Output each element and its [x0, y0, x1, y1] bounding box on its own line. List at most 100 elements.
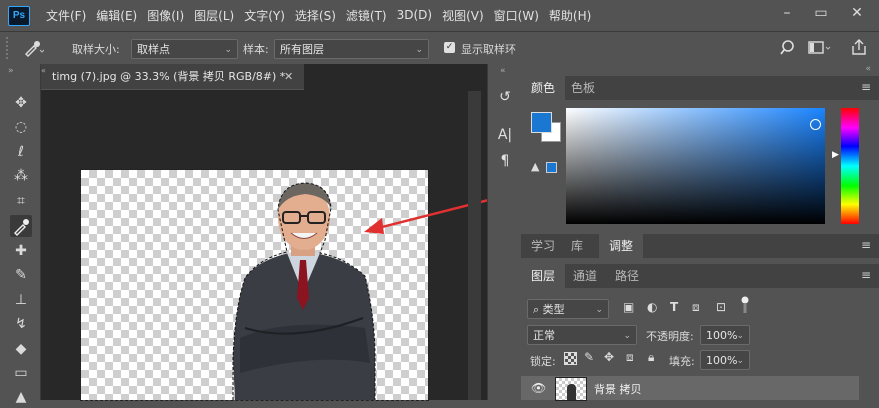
- eye-visibility-icon[interactable]: 👁︎: [531, 381, 546, 395]
- gamut-warning-icon[interactable]: ▲: [531, 160, 539, 173]
- collapsed-panels-dock: « ↺ A| ¶: [487, 64, 522, 400]
- show-ring-checkbox[interactable]: ✓: [444, 42, 455, 53]
- marquee-tool-icon[interactable]: ◌: [10, 116, 32, 138]
- history-brush-tool-icon[interactable]: ↯: [10, 313, 32, 335]
- fill-label: 填充:: [669, 355, 695, 368]
- close-tab-icon[interactable]: ✕: [284, 64, 293, 90]
- stamp-tool-icon[interactable]: ⊥: [10, 289, 32, 311]
- adjust-panel-tabs: 学习 库 调整 ≡: [521, 234, 879, 258]
- chevron-down-icon: ⌄: [736, 356, 744, 366]
- menu-type[interactable]: 文字(Y): [244, 7, 285, 24]
- menu-view[interactable]: 视图(V): [442, 7, 484, 24]
- grip-icon: [6, 37, 14, 59]
- share-icon[interactable]: [850, 38, 868, 56]
- quick-select-tool-icon[interactable]: ⁂: [10, 165, 32, 187]
- opacity-value: 100%: [706, 329, 738, 342]
- opacity-input[interactable]: 100% ⌄: [700, 325, 750, 345]
- search-icon[interactable]: [780, 39, 798, 57]
- tab-layers[interactable]: 图层: [521, 264, 566, 288]
- sample-select[interactable]: 所有图层 ⌄: [274, 39, 429, 59]
- collapse-icon[interactable]: «: [500, 66, 506, 76]
- filter-toggle-icon[interactable]: [741, 296, 749, 313]
- collapse-left-icon[interactable]: «: [41, 66, 47, 75]
- filter-smart-object-icon[interactable]: ⊡: [716, 300, 726, 314]
- websafe-swatch[interactable]: [546, 162, 557, 173]
- foreground-color-swatch[interactable]: [531, 112, 552, 133]
- sample-size-label: 取样大小:: [72, 43, 120, 56]
- layer-row[interactable]: 👁︎ 背景 拷贝: [521, 376, 859, 401]
- color-field[interactable]: [566, 108, 825, 224]
- minimize-icon[interactable]: –: [772, 0, 802, 28]
- menu-items: 文件(F) 编辑(E) 图像(I) 图层(L) 文字(Y) 选择(S) 滤镜(T…: [46, 0, 601, 30]
- menu-filter[interactable]: 滤镜(T): [346, 7, 387, 24]
- layer-filter-select[interactable]: ⌕ 类型 ⌄: [527, 299, 609, 319]
- filter-shape-icon[interactable]: ⧈: [692, 300, 700, 315]
- tab-channels[interactable]: 通道: [563, 264, 607, 288]
- lock-position-icon[interactable]: ✥: [604, 350, 614, 364]
- sample-label: 样本:: [243, 43, 269, 56]
- panel-menu-icon[interactable]: ≡: [861, 238, 871, 252]
- tab-swatches[interactable]: 色板: [561, 76, 605, 100]
- menu-bar: Ps 文件(F) 编辑(E) 图像(I) 图层(L) 文字(Y) 选择(S) 滤…: [0, 0, 879, 30]
- eyedropper-icon: [25, 41, 45, 57]
- panel-menu-icon[interactable]: ≡: [861, 80, 871, 94]
- paragraph-icon[interactable]: ¶: [494, 150, 516, 172]
- hue-slider[interactable]: [841, 108, 859, 224]
- sample-size-value: 取样点: [137, 43, 170, 56]
- vertical-scrollbar[interactable]: [468, 91, 481, 400]
- opacity-label: 不透明度:: [646, 330, 694, 343]
- collapse-icon[interactable]: «: [865, 64, 871, 74]
- maximize-icon[interactable]: ▭: [806, 0, 836, 28]
- healing-brush-tool-icon[interactable]: ✚: [10, 240, 32, 262]
- sample-size-select[interactable]: 取样点 ⌄: [131, 39, 238, 59]
- lock-label: 锁定:: [530, 355, 556, 368]
- hue-slider-pointer[interactable]: ▶: [832, 150, 839, 160]
- eyedropper-tool-icon[interactable]: [10, 215, 32, 237]
- filter-type-icon[interactable]: T: [670, 300, 678, 314]
- tab-color[interactable]: 颜色: [521, 76, 566, 100]
- chevron-down-icon: ⌄: [595, 305, 603, 315]
- menu-window[interactable]: 窗口(W): [494, 7, 539, 24]
- move-tool-icon[interactable]: ✥: [10, 92, 32, 114]
- options-bar: 取样大小: 取样点 ⌄ 样本: 所有图层 ⌄ ✓ 显示取样环: [0, 31, 879, 66]
- filter-adjustment-icon[interactable]: ◐: [647, 300, 657, 314]
- lock-pixels-icon[interactable]: ✎: [584, 350, 594, 364]
- menu-image[interactable]: 图像(I): [147, 7, 184, 24]
- collapse-icon[interactable]: »: [8, 66, 14, 76]
- lock-all-icon[interactable]: 🔒︎: [648, 350, 654, 365]
- blend-mode-select[interactable]: 正常 ⌄: [527, 325, 637, 345]
- close-icon[interactable]: ✕: [842, 0, 872, 28]
- fill-input[interactable]: 100% ⌄: [700, 350, 750, 370]
- document-tab-title: timg (7).jpg @ 33.3% (背景 拷贝 RGB/8#) *: [52, 70, 286, 83]
- fill-value: 100%: [706, 354, 738, 367]
- document-tab[interactable]: timg (7).jpg @ 33.3% (背景 拷贝 RGB/8#) * ✕: [41, 64, 304, 90]
- menu-file[interactable]: 文件(F): [46, 7, 86, 24]
- tab-learn[interactable]: 学习: [521, 234, 565, 258]
- menu-help[interactable]: 帮助(H): [549, 7, 591, 24]
- lasso-tool-icon[interactable]: ℓ: [10, 141, 32, 163]
- menu-layer[interactable]: 图层(L): [194, 7, 234, 24]
- lock-artboard-icon[interactable]: ⧈: [626, 350, 634, 365]
- search-icon: ⌕: [533, 303, 543, 316]
- menu-select[interactable]: 选择(S): [295, 7, 336, 24]
- lock-transparent-icon[interactable]: [564, 352, 577, 365]
- blend-mode-value: 正常: [533, 329, 555, 342]
- brush-tool-icon[interactable]: ✎: [10, 264, 32, 286]
- history-icon[interactable]: ↺: [494, 86, 516, 108]
- menu-3d[interactable]: 3D(D): [397, 8, 432, 22]
- tab-paths[interactable]: 路径: [605, 264, 649, 288]
- eyedropper-preset-button[interactable]: [20, 38, 45, 58]
- gradient-tool-icon[interactable]: ▭: [10, 362, 32, 384]
- crop-tool-icon[interactable]: ⌗: [10, 190, 32, 212]
- eraser-tool-icon[interactable]: ◆: [10, 338, 32, 360]
- blur-tool-icon[interactable]: ▲: [10, 386, 32, 408]
- menu-edit[interactable]: 编辑(E): [96, 7, 137, 24]
- workspace-icon[interactable]: [808, 40, 832, 56]
- panel-menu-icon[interactable]: ≡: [861, 268, 871, 282]
- tab-libraries[interactable]: 库: [561, 234, 593, 258]
- filter-pixel-icon[interactable]: ▣: [623, 300, 634, 314]
- tab-adjustments[interactable]: 调整: [599, 234, 644, 258]
- character-icon[interactable]: A|: [494, 124, 516, 146]
- layer-name: 背景 拷贝: [594, 383, 642, 396]
- color-picker-ring[interactable]: [810, 119, 821, 130]
